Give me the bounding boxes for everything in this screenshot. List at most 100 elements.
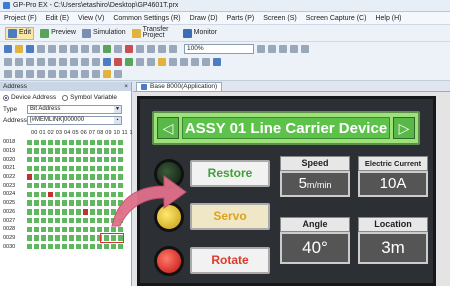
switch-part-icon[interactable] — [103, 57, 111, 66]
back-icon[interactable] — [169, 44, 177, 53]
bit-cell[interactable] — [33, 217, 40, 224]
menu-screen-capture[interactable]: Screen Capture (C) — [306, 15, 367, 22]
bit-cell[interactable] — [33, 165, 40, 172]
bit-cell[interactable] — [61, 209, 68, 215]
bit-cell[interactable] — [110, 157, 117, 163]
bit-cell[interactable] — [33, 148, 40, 154]
bit-cell[interactable] — [47, 235, 54, 241]
bit-cell[interactable] — [96, 174, 103, 180]
pattern-icon[interactable] — [114, 70, 122, 78]
bit-cell[interactable] — [68, 165, 75, 172]
bit-cell[interactable] — [61, 165, 68, 172]
polygon-icon[interactable] — [81, 57, 89, 66]
bit-cell[interactable] — [75, 148, 82, 154]
restore-button[interactable]: Restore — [190, 160, 270, 187]
bit-cell[interactable] — [96, 226, 103, 232]
align-center-icon[interactable] — [15, 70, 23, 78]
bit-cell[interactable] — [54, 174, 61, 180]
bit-cell[interactable] — [96, 209, 103, 215]
bit-cell[interactable] — [40, 174, 47, 180]
symbol-variable-radio[interactable]: Symbol Variable — [62, 94, 117, 101]
bit-cell[interactable] — [40, 165, 47, 172]
bit-cell[interactable] — [47, 157, 54, 163]
bit-cell[interactable] — [54, 191, 61, 198]
bit-cell[interactable] — [47, 139, 54, 146]
bit-cell[interactable] — [103, 243, 110, 250]
bit-cell[interactable] — [40, 191, 47, 198]
bit-cell[interactable] — [82, 148, 89, 154]
ungroup-icon[interactable] — [147, 44, 155, 53]
text-icon[interactable] — [15, 57, 23, 66]
bit-cell[interactable] — [47, 174, 54, 180]
bit-cell[interactable] — [27, 165, 33, 172]
bit-cell[interactable] — [61, 200, 68, 206]
bit-cell[interactable] — [54, 183, 61, 189]
bit-cell[interactable] — [110, 148, 117, 154]
circle-icon[interactable] — [59, 57, 67, 66]
bit-cell[interactable] — [47, 148, 54, 154]
dimension-icon[interactable] — [202, 57, 210, 66]
bit-cell[interactable] — [47, 165, 54, 172]
rectangle-icon[interactable] — [48, 57, 56, 66]
fit-icon[interactable] — [279, 44, 287, 53]
bit-cell[interactable] — [89, 183, 96, 189]
bit-cell[interactable] — [82, 183, 89, 189]
bit-cell[interactable] — [47, 209, 54, 215]
bit-cell[interactable] — [27, 139, 33, 146]
bit-cell[interactable] — [61, 235, 68, 241]
align-icon[interactable] — [114, 44, 122, 53]
bit-cell[interactable] — [89, 191, 96, 198]
bit-cell[interactable] — [40, 148, 47, 154]
bit-cell[interactable] — [82, 174, 89, 180]
bit-cell[interactable] — [110, 243, 117, 250]
bit-cell[interactable] — [33, 174, 40, 180]
bit-cell[interactable] — [27, 243, 33, 250]
bit-cell[interactable] — [75, 165, 82, 172]
print-icon[interactable] — [37, 44, 45, 53]
bit-cell[interactable] — [68, 148, 75, 154]
bit-cell[interactable] — [89, 217, 96, 224]
bit-cell[interactable] — [40, 157, 47, 163]
bit-cell[interactable] — [89, 157, 96, 163]
tab-base-8000[interactable]: Base 8000(Application) — [136, 82, 223, 91]
bit-cell[interactable] — [117, 243, 124, 250]
bit-cell[interactable] — [27, 191, 33, 198]
bit-cell[interactable] — [68, 226, 75, 232]
bit-cell[interactable] — [68, 174, 75, 180]
bit-cell[interactable] — [61, 148, 68, 154]
color-icon[interactable] — [103, 70, 111, 78]
align-top-icon[interactable] — [37, 70, 45, 78]
bit-cell[interactable] — [89, 200, 96, 206]
menu-view[interactable]: View (V) — [78, 15, 104, 22]
bit-cell[interactable] — [40, 217, 47, 224]
bit-cell[interactable] — [96, 191, 103, 198]
bit-cell[interactable] — [47, 217, 54, 224]
bit-cell[interactable] — [82, 139, 89, 146]
bit-cell[interactable] — [40, 209, 47, 215]
bit-cell[interactable] — [82, 157, 89, 163]
next-screen-button[interactable]: ▷ — [393, 117, 415, 139]
bit-cell[interactable] — [54, 139, 61, 146]
data-display-icon[interactable] — [125, 57, 133, 66]
bit-cell[interactable] — [82, 165, 89, 172]
bit-cell[interactable] — [54, 235, 61, 241]
bit-cell[interactable] — [47, 191, 54, 198]
edit-button[interactable]: Edit — [5, 26, 35, 40]
bit-cell[interactable] — [96, 165, 103, 172]
redo-icon[interactable] — [92, 44, 100, 53]
bit-cell[interactable] — [33, 157, 40, 163]
bit-cell[interactable] — [54, 165, 61, 172]
bit-cell[interactable] — [75, 139, 82, 146]
bit-cell[interactable] — [75, 191, 82, 198]
bit-cell[interactable] — [33, 226, 40, 232]
bit-cell[interactable] — [27, 200, 33, 206]
undo-icon[interactable] — [81, 44, 89, 53]
bit-cell[interactable] — [68, 157, 75, 163]
bit-cell[interactable] — [61, 157, 68, 163]
bit-cell[interactable] — [96, 200, 103, 206]
menu-common-settings[interactable]: Common Settings (R) — [113, 15, 180, 22]
bit-cell[interactable] — [61, 183, 68, 189]
bit-cell[interactable] — [40, 235, 47, 241]
bit-cell[interactable] — [33, 243, 40, 250]
bit-cell[interactable] — [47, 183, 54, 189]
